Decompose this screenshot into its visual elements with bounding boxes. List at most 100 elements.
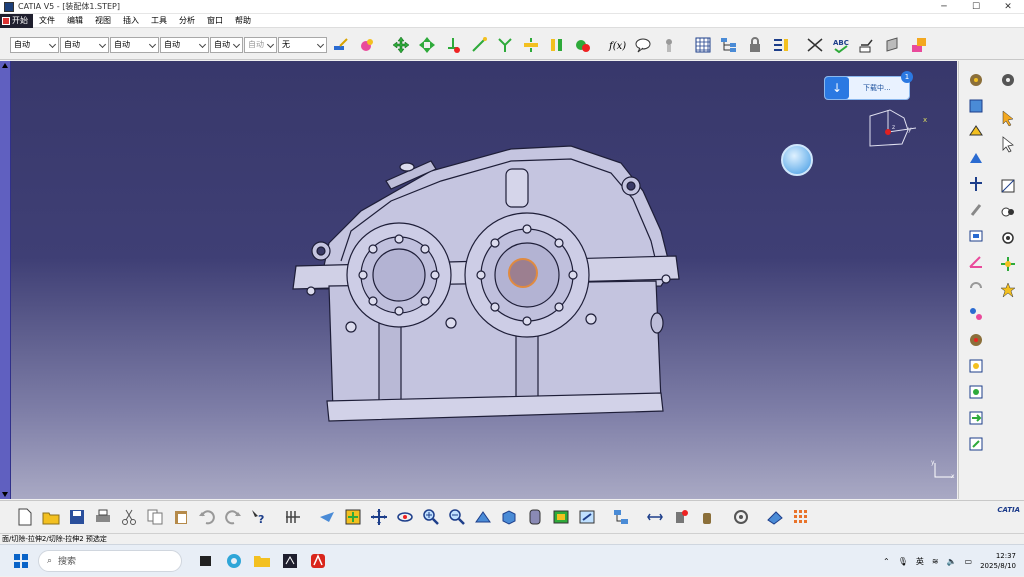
floating-assistant-ball[interactable] <box>781 144 813 176</box>
fix-together-icon[interactable] <box>965 303 987 325</box>
undo-icon[interactable] <box>196 506 218 528</box>
measure-icon[interactable] <box>644 506 666 528</box>
menu-start[interactable]: 开始 <box>0 13 33 28</box>
split-icon[interactable] <box>997 201 1019 223</box>
copy-icon[interactable] <box>144 506 166 528</box>
refresh-icon[interactable] <box>730 506 752 528</box>
paste-icon[interactable] <box>170 506 192 528</box>
cut-icon[interactable] <box>118 506 140 528</box>
edge-browser-icon[interactable] <box>221 548 247 574</box>
contact-icon[interactable] <box>965 199 987 221</box>
angle-icon[interactable] <box>965 251 987 273</box>
menu-edit[interactable]: 编辑 <box>61 14 89 28</box>
microphone-icon[interactable]: 🎙 <box>898 557 908 566</box>
input-method-indicator[interactable]: 英 <box>916 556 924 567</box>
pocket-icon[interactable] <box>997 253 1019 275</box>
taskbar-search[interactable]: ⌕ 搜索 <box>38 549 182 572</box>
graph-tree-icon[interactable] <box>610 506 632 528</box>
product-icon[interactable] <box>965 69 987 91</box>
comment-icon[interactable] <box>632 34 654 56</box>
lock-icon[interactable] <box>744 34 766 56</box>
iso-view-icon[interactable] <box>498 506 520 528</box>
offset-icon[interactable] <box>965 225 987 247</box>
measure-item-icon[interactable] <box>670 506 692 528</box>
left-scroll-strip[interactable] <box>0 61 11 499</box>
formula-icon[interactable]: f(x) <box>606 34 628 56</box>
acrobat-icon[interactable] <box>305 548 331 574</box>
tree-icon[interactable] <box>718 34 740 56</box>
swap-space-icon[interactable] <box>576 506 598 528</box>
close-button[interactable]: ✕ <box>992 0 1024 14</box>
assembly-feature-icon[interactable] <box>997 175 1019 197</box>
new-file-icon[interactable] <box>14 506 36 528</box>
properties-icon[interactable] <box>356 34 378 56</box>
table-icon[interactable] <box>692 34 714 56</box>
stop-manipulate-icon[interactable] <box>546 34 568 56</box>
parameters-icon[interactable] <box>770 34 792 56</box>
fix-constraint-icon[interactable] <box>442 34 464 56</box>
3d-viewport[interactable]: y x <box>11 61 957 499</box>
whats-this-icon[interactable]: ? <box>248 506 270 528</box>
volume-icon[interactable]: 🔈 <box>947 557 957 566</box>
grid-options-icon[interactable] <box>790 506 812 528</box>
line-thickness-select[interactable]: 自动 <box>110 36 159 53</box>
new-component-icon[interactable] <box>965 95 987 117</box>
fit-all-icon[interactable] <box>342 506 364 528</box>
measure-between-icon[interactable] <box>804 34 826 56</box>
file-explorer-icon[interactable] <box>249 548 275 574</box>
gearbox-model[interactable] <box>11 61 957 499</box>
smart-move-icon[interactable] <box>494 34 516 56</box>
rotate-view-icon[interactable] <box>394 506 416 528</box>
gear-settings-icon[interactable] <box>997 69 1019 91</box>
scroll-down-arrow-icon[interactable] <box>2 492 8 497</box>
explode-icon[interactable] <box>520 34 542 56</box>
existing-component-icon[interactable] <box>965 121 987 143</box>
quick-constraint-icon[interactable] <box>965 329 987 351</box>
painter-icon[interactable] <box>330 34 352 56</box>
zoom-in-icon[interactable] <box>420 506 442 528</box>
measure-inertia-icon[interactable] <box>696 506 718 528</box>
clash-icon[interactable] <box>572 34 594 56</box>
select-mode-icon[interactable] <box>997 133 1019 155</box>
pan-icon[interactable] <box>390 34 412 56</box>
clock[interactable]: 12:37 2025/8/10 <box>980 551 1016 571</box>
menu-help[interactable]: 帮助 <box>229 14 257 28</box>
rotate-icon[interactable] <box>416 34 438 56</box>
menu-tools[interactable]: 工具 <box>145 14 173 28</box>
transparency-select[interactable]: 自动 <box>60 36 109 53</box>
update-icon[interactable] <box>965 355 987 377</box>
export-icon[interactable] <box>965 433 987 455</box>
normal-view-icon[interactable] <box>472 506 494 528</box>
compass-widget[interactable]: x y z <box>868 106 930 150</box>
replace-component-icon[interactable] <box>965 147 987 169</box>
line-type-select[interactable]: 自动 <box>160 36 209 53</box>
sensor-icon[interactable] <box>658 34 680 56</box>
rendering-style-select[interactable]: 自动 <box>244 36 277 53</box>
catalog-icon[interactable] <box>908 34 930 56</box>
menu-file[interactable]: 文件 <box>33 14 61 28</box>
save-icon[interactable] <box>66 506 88 528</box>
menu-window[interactable]: 窗口 <box>201 14 229 28</box>
hide-show-icon[interactable] <box>550 506 572 528</box>
menu-analyze[interactable]: 分析 <box>173 14 201 28</box>
hole-icon[interactable] <box>997 227 1019 249</box>
spell-check-icon[interactable]: ABC <box>830 34 852 56</box>
zoom-out-icon[interactable] <box>446 506 468 528</box>
menu-view[interactable]: 视图 <box>89 14 117 28</box>
fly-mode-icon[interactable] <box>316 506 338 528</box>
layer-select[interactable]: 无 <box>278 36 327 53</box>
pan-view-icon[interactable] <box>368 506 390 528</box>
battery-icon[interactable]: ▭ <box>965 557 973 566</box>
maximize-button[interactable]: ☐ <box>960 0 992 14</box>
reuse-pattern-icon[interactable] <box>965 381 987 403</box>
insert-arrow-icon[interactable] <box>965 407 987 429</box>
coincidence-icon[interactable] <box>965 173 987 195</box>
point-symbol-select[interactable]: 自动 <box>210 36 243 53</box>
redo-icon[interactable] <box>222 506 244 528</box>
color-select[interactable]: 自动 <box>10 36 59 53</box>
catia-taskbar-icon[interactable] <box>277 548 303 574</box>
view-icon[interactable] <box>882 34 904 56</box>
eraser-icon[interactable] <box>764 506 786 528</box>
print-icon[interactable] <box>92 506 114 528</box>
download-notification[interactable]: ↓ 下载中... 1 <box>824 71 913 100</box>
